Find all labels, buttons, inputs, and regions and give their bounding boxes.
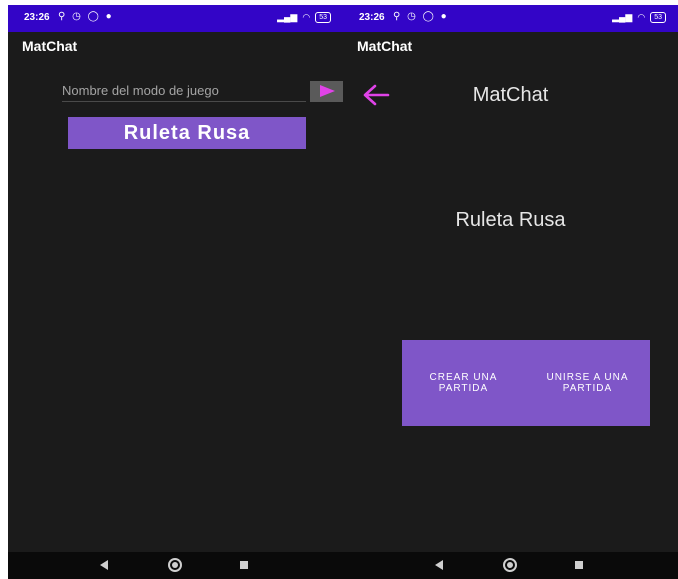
- nav-home-icon[interactable]: [168, 558, 182, 572]
- screen-title: MatChat: [472, 84, 549, 106]
- status-bar: 23:26 ⚲ ◷ ◯ ● ▂▄▆ ◠ 53: [343, 5, 678, 32]
- phone-screen-right: 23:26 ⚲ ◷ ◯ ● ▂▄▆ ◠ 53 MatChat MatChat R…: [343, 5, 678, 579]
- game-mode-name: Ruleta Rusa: [455, 209, 566, 231]
- nav-back-icon[interactable]: [100, 560, 108, 570]
- send-arrow-icon: [320, 85, 335, 97]
- navigation-bar: [343, 552, 678, 579]
- wifi-icon: ◠: [302, 12, 311, 22]
- app-title: MatChat: [357, 38, 413, 54]
- battery-icon: 53: [315, 12, 331, 23]
- game-mode-name-input[interactable]: [62, 80, 306, 102]
- notification-icons: ⚲ ◷ ◯ ●: [58, 11, 114, 22]
- nav-back-icon[interactable]: [435, 560, 443, 570]
- nav-recents-icon[interactable]: [240, 561, 248, 569]
- status-bar: 23:26 ⚲ ◷ ◯ ● ▂▄▆ ◠ 53: [8, 5, 343, 32]
- signal-icon: ▂▄▆: [612, 12, 633, 22]
- create-game-button[interactable]: CREAR UNA PARTIDA: [402, 340, 525, 426]
- navigation-bar: [8, 552, 343, 579]
- signal-icon: ▂▄▆: [277, 12, 298, 22]
- system-icons: ▂▄▆ ◠ 53: [612, 12, 666, 23]
- nav-home-icon[interactable]: [503, 558, 517, 572]
- status-time: 23:26: [24, 12, 50, 23]
- send-button[interactable]: [310, 81, 343, 102]
- system-icons: ▂▄▆ ◠ 53: [277, 12, 331, 23]
- wifi-icon: ◠: [637, 12, 646, 22]
- notification-icons: ⚲ ◷ ◯ ●: [393, 11, 449, 22]
- app-title: MatChat: [22, 38, 78, 54]
- phone-screen-left: 23:26 ⚲ ◷ ◯ ● ▂▄▆ ◠ 53 MatChat Ruleta Ru…: [8, 5, 343, 579]
- battery-icon: 53: [650, 12, 666, 23]
- status-time: 23:26: [359, 12, 385, 23]
- nav-recents-icon[interactable]: [575, 561, 583, 569]
- game-mode-button-ruleta-rusa[interactable]: Ruleta Rusa: [68, 117, 306, 149]
- join-game-button[interactable]: UNIRSE A UNA PARTIDA: [525, 340, 650, 426]
